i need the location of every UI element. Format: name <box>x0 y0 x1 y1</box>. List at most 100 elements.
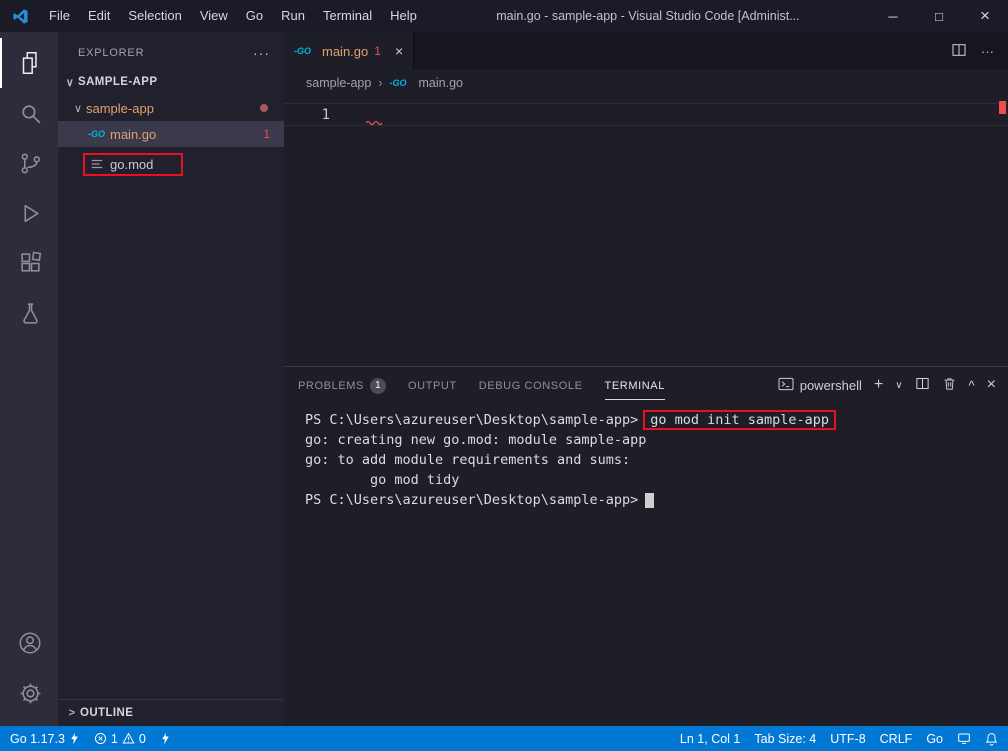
run-debug-icon[interactable] <box>0 188 58 238</box>
testing-icon[interactable] <box>0 288 58 338</box>
tab-problems[interactable]: PROBLEMS 1 <box>298 369 386 402</box>
debug-bolt-status[interactable] <box>153 726 178 751</box>
editor-tab-bar: -GO main.go 1 × ··· <box>284 32 1008 70</box>
vscode-window: File Edit Selection View Go Run Terminal… <box>0 0 1008 751</box>
notifications-bell-icon[interactable] <box>978 726 1008 751</box>
lightning-icon <box>160 732 171 745</box>
panel-header: PROBLEMS 1 OUTPUT DEBUG CONSOLE TERMINAL <box>284 367 1008 403</box>
editor-more-actions-icon[interactable]: ··· <box>981 44 994 59</box>
terminal-content[interactable]: PS C:\Users\azureuser\Desktop\sample-app… <box>284 403 1008 726</box>
language-mode-status[interactable]: Go <box>919 726 950 751</box>
tab-error-badge: 1 <box>374 44 381 58</box>
terminal-line-prompt: PS C:\Users\azureuser\Desktop\sample-app… <box>305 490 1008 510</box>
breadcrumb-folder[interactable]: sample-app <box>306 76 371 90</box>
remote-indicator-icon[interactable] <box>950 726 978 751</box>
terminal-cursor <box>645 493 654 508</box>
error-count-badge: 1 <box>263 127 270 141</box>
file-label: main.go <box>110 127 156 142</box>
chevron-right-icon: > <box>64 707 80 719</box>
folder-sample-app[interactable]: ∨ sample-app <box>58 95 284 121</box>
go-file-icon: -GO <box>88 129 105 139</box>
chevron-down-icon: ∨ <box>62 76 78 89</box>
menu-go[interactable]: Go <box>237 0 272 32</box>
go-version-label: Go 1.17.3 <box>10 732 65 746</box>
account-icon[interactable] <box>0 618 58 668</box>
menu-bar: File Edit Selection View Go Run Terminal… <box>40 0 426 32</box>
file-go-mod[interactable]: go.mod <box>58 147 284 181</box>
tab-label: PROBLEMS <box>298 380 364 392</box>
go-file-icon: -GO <box>294 46 311 56</box>
eol-status[interactable]: CRLF <box>873 726 920 751</box>
problems-status[interactable]: 1 0 <box>87 726 153 751</box>
file-main-go[interactable]: -GO main.go 1 <box>58 121 284 147</box>
terminal-prompt: PS C:\Users\azureuser\Desktop\sample-app… <box>305 492 638 508</box>
menu-selection[interactable]: Selection <box>119 0 190 32</box>
go-version-status[interactable]: Go 1.17.3 <box>0 726 87 751</box>
activity-bar <box>0 32 58 726</box>
terminal-output-line: go mod tidy <box>305 470 1008 490</box>
editor-area: -GO main.go 1 × ··· sample-app › -GO mai… <box>284 32 1008 726</box>
breadcrumb[interactable]: sample-app › -GO main.go <box>284 70 1008 96</box>
extensions-icon[interactable] <box>0 238 58 288</box>
maximize-button[interactable]: □ <box>916 0 962 32</box>
file-tree: ∨ SAMPLE-APP ∨ sample-app -GO main.go 1 <box>58 69 284 181</box>
new-terminal-icon[interactable]: + <box>874 376 883 394</box>
breadcrumb-file[interactable]: main.go <box>419 76 463 90</box>
shell-label: powershell <box>800 378 862 393</box>
lightning-icon <box>69 732 80 745</box>
search-icon[interactable] <box>0 88 58 138</box>
settings-gear-icon[interactable] <box>0 668 58 718</box>
menu-file[interactable]: File <box>40 0 79 32</box>
terminal-line-command: PS C:\Users\azureuser\Desktop\sample-app… <box>305 410 1008 430</box>
outline-label: OUTLINE <box>80 707 133 719</box>
split-terminal-icon[interactable] <box>915 376 930 394</box>
tab-terminal[interactable]: TERMINAL <box>605 371 665 400</box>
warning-count: 0 <box>139 732 146 746</box>
sidebar-title: EXPLORER <box>78 47 144 59</box>
explorer-more-actions-icon[interactable]: ··· <box>253 45 270 61</box>
window-title: main.go - sample-app - Visual Studio Cod… <box>426 9 870 23</box>
editor-content[interactable]: 1 <box>284 96 1008 366</box>
outline-section[interactable]: > OUTLINE <box>58 699 284 726</box>
explorer-icon[interactable] <box>0 38 58 88</box>
workspace-root[interactable]: ∨ SAMPLE-APP <box>58 69 284 95</box>
bottom-panel: PROBLEMS 1 OUTPUT DEBUG CONSOLE TERMINAL <box>284 366 1008 726</box>
tab-debug-console[interactable]: DEBUG CONSOLE <box>479 371 583 400</box>
menu-view[interactable]: View <box>191 0 237 32</box>
error-count: 1 <box>111 732 118 746</box>
error-squiggle-icon <box>366 119 382 125</box>
modified-dot-icon <box>260 104 268 112</box>
explorer-sidebar: EXPLORER ··· ∨ SAMPLE-APP ∨ sample-app -… <box>58 32 284 726</box>
tab-output[interactable]: OUTPUT <box>408 371 457 400</box>
status-bar: Go 1.17.3 1 0 Ln 1, Col 1 Tab Size: 4 UT… <box>0 726 1008 751</box>
close-panel-icon[interactable]: × <box>987 376 996 394</box>
terminal-dropdown-icon[interactable]: ∨ <box>895 380 902 391</box>
terminal-shell-selector[interactable]: powershell <box>778 377 862 394</box>
kill-terminal-icon[interactable] <box>942 376 957 394</box>
terminal-command: go mod init sample-app <box>650 412 829 428</box>
minimize-button[interactable]: ─ <box>870 0 916 32</box>
tab-size-status[interactable]: Tab Size: 4 <box>747 726 823 751</box>
tab-label: main.go <box>322 44 368 59</box>
cursor-position-status[interactable]: Ln 1, Col 1 <box>673 726 747 751</box>
error-icon <box>94 732 107 745</box>
breadcrumb-separator-icon: › <box>378 76 382 90</box>
warning-icon <box>122 732 135 745</box>
terminal-output-line: go: to add module requirements and sums: <box>305 450 1008 470</box>
window-controls: ─ □ × <box>870 0 1008 32</box>
encoding-status[interactable]: UTF-8 <box>823 726 872 751</box>
menu-edit[interactable]: Edit <box>79 0 119 32</box>
terminal-output-line: go: creating new go.mod: module sample-a… <box>305 430 1008 450</box>
tab-close-icon[interactable]: × <box>395 43 403 59</box>
maximize-panel-icon[interactable]: ^ <box>969 378 975 393</box>
overview-ruler-error-mark <box>999 101 1006 114</box>
tab-main-go[interactable]: -GO main.go 1 × <box>284 32 414 70</box>
source-control-icon[interactable] <box>0 138 58 188</box>
menu-terminal[interactable]: Terminal <box>314 0 381 32</box>
menu-run[interactable]: Run <box>272 0 314 32</box>
split-editor-icon[interactable] <box>951 42 967 61</box>
problems-count-badge: 1 <box>370 378 386 394</box>
annotation-box-command: go mod init sample-app <box>643 410 836 430</box>
menu-help[interactable]: Help <box>381 0 426 32</box>
close-button[interactable]: × <box>962 0 1008 32</box>
